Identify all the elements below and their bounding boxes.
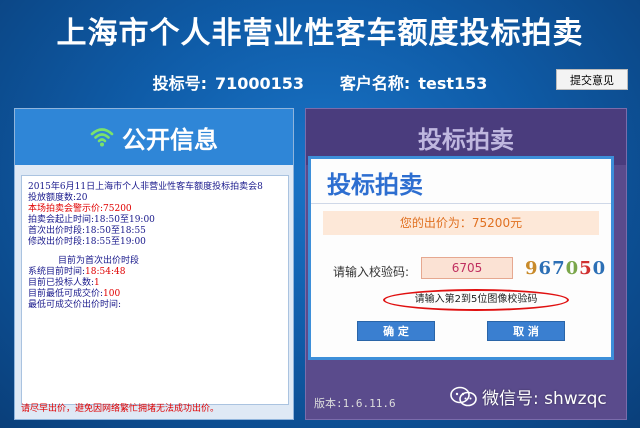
notice-line: 拍卖会起止时间:18:50至19:00	[28, 215, 155, 225]
lowest-price-row: 目前最低可成交价:100	[28, 289, 282, 300]
notice-line: 修改出价时段:18:55至19:00	[28, 237, 146, 247]
confirm-button[interactable]: 确 定	[357, 321, 435, 341]
wifi-icon	[90, 128, 114, 147]
captcha-input[interactable]: 6705	[421, 257, 513, 279]
bidders-label: 目前已投标人数:	[28, 278, 95, 288]
customer-label: 客户名称:	[339, 74, 411, 93]
bidders-count: 1	[94, 278, 100, 288]
captcha-char: 9	[525, 258, 539, 279]
system-time: 18:54:48	[85, 267, 126, 277]
wechat-icon	[450, 386, 477, 406]
notice-line: 投放额度数:20	[28, 193, 88, 203]
bidder-info: 投标号: 71000153 客户名称: test153	[0, 70, 640, 94]
captcha-label: 请输入校验码:	[333, 265, 410, 279]
dialog-title: 投标拍卖	[327, 171, 423, 199]
customer-name: test153	[418, 74, 488, 93]
captcha-char: 0	[592, 258, 607, 279]
lowest-time-label: 最低可成交价出价时间:	[28, 300, 122, 310]
bid-price: 您的出价为：75200元	[323, 211, 599, 235]
notice-line: 首次出价时段:18:50至18:55	[28, 226, 146, 236]
lowest-price: 100	[103, 289, 121, 299]
public-info-panel: 公开信息 2015年6月11日上海市个人非营业性客车额度投标拍卖会8 投放额度数…	[14, 108, 294, 420]
notice-line: 2015年6月11日上海市个人非营业性客车额度投标拍卖会8	[28, 182, 263, 192]
captcha-image[interactable]: 967050	[525, 257, 605, 281]
bidders-row: 目前已投标人数:1	[28, 278, 282, 289]
public-info-title: 公开信息	[122, 125, 218, 154]
system-time-label: 系统目前时间:	[28, 267, 86, 277]
public-info-header: 公开信息	[15, 109, 293, 165]
bid-number: 71000153	[215, 74, 305, 93]
bid-dialog: 投标拍卖 您的出价为：75200元 请输入校验码: 6705 967050 请输…	[308, 156, 614, 360]
system-time-row: 系统目前时间:18:54:48	[28, 267, 282, 278]
captcha-char: 0	[565, 258, 580, 279]
captcha-char: 7	[552, 258, 566, 279]
current-period: 目前为首次出价时段	[58, 256, 140, 266]
wechat-watermark: 微信号: shwzqc	[450, 384, 607, 409]
notice-line: 本场拍卖会警示价:75200	[28, 204, 132, 214]
notice-box: 2015年6月11日上海市个人非营业性客车额度投标拍卖会8 投放额度数:20 本…	[21, 175, 289, 405]
dialog-divider	[311, 203, 611, 204]
lowest-price-label: 目前最低可成交价:	[28, 289, 104, 299]
page-title: 上海市个人非营业性客车额度投标拍卖	[56, 16, 584, 51]
watermark-text: 微信号: shwzqc	[482, 389, 607, 409]
captcha-char: 5	[579, 258, 593, 279]
captcha-char: 6	[538, 258, 553, 279]
cancel-button[interactable]: 取 消	[487, 321, 565, 341]
submit-feedback-button[interactable]: 提交意见	[556, 69, 628, 90]
bid-number-label: 投标号:	[152, 74, 207, 93]
footer-warning: 请尽早出价，避免因网络繁忙拥堵无法成功出价。	[21, 404, 220, 414]
version-label: 版本:1.6.11.6	[314, 397, 396, 410]
captcha-hint: 请输入第2到5位图像校验码	[383, 289, 569, 311]
